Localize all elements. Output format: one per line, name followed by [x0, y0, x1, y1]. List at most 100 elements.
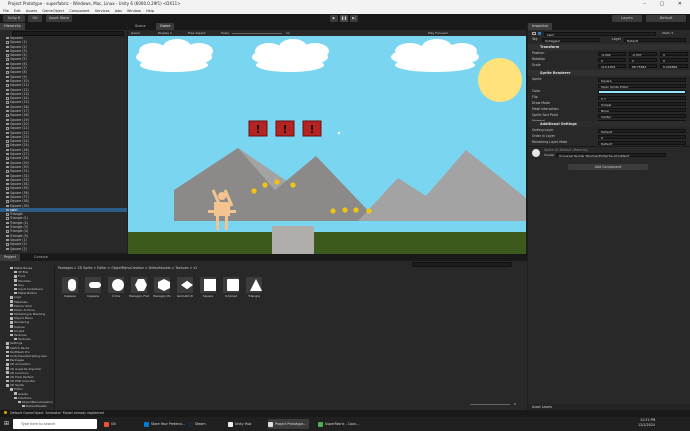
field-value[interactable]: Center	[598, 113, 686, 119]
hierarchy-item[interactable]: Square (4)	[0, 251, 127, 252]
add-component-button[interactable]: Add Component	[568, 164, 648, 170]
taskbar-app-git[interactable]: Git	[104, 419, 116, 429]
asset-item[interactable]: Circle	[106, 277, 126, 301]
windows-start-icon[interactable]: ⊞	[4, 419, 9, 429]
folder-icon	[14, 275, 17, 278]
menu-gameobject[interactable]: GameObject	[42, 9, 64, 13]
gameobject-icon	[6, 135, 9, 139]
menu-file[interactable]: File	[3, 9, 9, 13]
menu-jobs[interactable]: Jobs	[115, 9, 122, 13]
project-panel: Project Console Metal Boxes 3P Box Food Obs…	[0, 254, 527, 410]
asset-store-button[interactable]: Asset Store	[46, 15, 72, 22]
ground-left	[128, 232, 272, 254]
asset-item[interactable]: IsometricD	[175, 277, 195, 301]
pause-button[interactable]: ❚❚	[340, 15, 348, 22]
menu-edit[interactable]: Edit	[14, 9, 21, 13]
hex-flat-shape-icon	[135, 279, 147, 291]
taskbar-search-input[interactable]: Type here to search	[13, 419, 97, 429]
field-label: Rendering Layer Mask	[532, 140, 568, 144]
cloud-button[interactable]: UU	[28, 15, 42, 22]
folder-icon	[6, 371, 9, 374]
rotation-x[interactable]: 0	[598, 57, 626, 63]
tab-scene[interactable]: Scene	[131, 23, 150, 30]
layers-dropdown[interactable]: Layers	[612, 15, 642, 22]
asset-item[interactable]: Triangle	[244, 277, 264, 301]
field-value[interactable]: None	[598, 107, 686, 113]
asset-item[interactable]: 9-Sliced	[221, 277, 241, 301]
menu-services[interactable]: Services	[95, 9, 110, 13]
menu-component[interactable]: Component	[69, 9, 89, 13]
thumbnail-size-slider[interactable]	[470, 404, 510, 405]
asset-item[interactable]: Capsule	[60, 277, 80, 301]
game-view[interactable]: !!!	[128, 36, 526, 254]
account-button[interactable]: Unity 6	[3, 15, 25, 22]
tab-hierarchy[interactable]: Hierarchy	[0, 23, 25, 30]
layout-dropdown[interactable]: Default	[646, 15, 686, 22]
position-x[interactable]: -9.092	[598, 51, 626, 57]
step-button[interactable]: ▶|	[350, 15, 358, 22]
position-y[interactable]: -0.507	[629, 51, 657, 57]
field-label: Sorting Layer	[532, 128, 554, 132]
taskbar-app-unity-project[interactable]: Project Prototype...	[268, 419, 310, 429]
gameobject-icon	[6, 178, 9, 182]
taskbar-app-unity-hub[interactable]: Unity Hub	[228, 419, 251, 429]
project-folder[interactable]: Textures	[0, 408, 53, 409]
position-z[interactable]: 0	[660, 51, 688, 57]
static-toggle[interactable]: Static ▾	[662, 31, 673, 36]
field-value[interactable]: Default	[598, 128, 686, 134]
capsule-h-shape-icon	[89, 282, 101, 288]
game-scene-svg: !!!	[128, 39, 526, 254]
clock-date[interactable]: 12/1/2024	[638, 423, 655, 428]
menu-window[interactable]: Window	[127, 9, 141, 13]
menu-assets[interactable]: Assets	[26, 9, 37, 13]
field-value[interactable]: Open Sprite Editor	[598, 83, 686, 89]
browser-icon	[144, 421, 149, 427]
unity-icon	[268, 421, 273, 427]
asset-item[interactable]: Square	[198, 277, 218, 301]
asset-item[interactable]: Hexagon Po	[152, 277, 172, 301]
field-value[interactable]: 0	[598, 134, 686, 140]
field-value[interactable]	[598, 89, 686, 94]
scale-slider[interactable]	[232, 32, 282, 34]
windows-taskbar: ⊞ Type here to search Git Store Your Pre…	[0, 417, 690, 431]
gameobject-icon	[6, 238, 9, 242]
shader-dropdown[interactable]: Universal Render Pipeline/2D/Sprite-Lit-…	[556, 152, 666, 158]
tab-inspector[interactable]: Inspector	[528, 23, 553, 30]
field-value[interactable]: Default	[598, 140, 686, 146]
menu-help[interactable]: Help	[146, 9, 154, 13]
gameobject-icon	[6, 71, 9, 74]
tag-label: Tag	[532, 37, 538, 41]
field-value[interactable]: X Y	[598, 95, 686, 101]
asset-thumbnail	[246, 277, 262, 293]
active-checkbox[interactable]	[538, 32, 541, 35]
sprite-renderer-section[interactable]: Sprite Renderer	[528, 70, 690, 76]
layer-dropdown[interactable]: Default	[624, 37, 686, 43]
field-value[interactable]: Square	[598, 77, 686, 83]
taskbar-app-pretend[interactable]: Store Your Pretend...	[144, 419, 185, 429]
taskbar-app-steam[interactable]: Steam	[188, 419, 206, 429]
tab-console[interactable]: Console	[30, 254, 52, 261]
breadcrumb[interactable]: Packages > 2D Sprite > Editor > ObjectMe…	[58, 266, 197, 270]
inspector-field-row: Open Sprite Editor	[528, 83, 690, 89]
tag-dropdown[interactable]: Untagged	[542, 37, 600, 43]
transform-section[interactable]: Transform	[528, 44, 690, 50]
tab-project[interactable]: Project	[0, 254, 20, 261]
scale-y[interactable]: 68.75844	[629, 63, 657, 69]
window-controls[interactable]: – ▢ ✕	[643, 0, 688, 8]
play-button[interactable]: ▶	[330, 15, 338, 22]
asset-item[interactable]: Capsule	[83, 277, 103, 301]
scale-x[interactable]: 119.1054	[598, 63, 626, 69]
status-message[interactable]: Default GameObject 'Animator' Model alre…	[10, 411, 104, 415]
rotation-z[interactable]: 0	[660, 57, 688, 63]
additional-settings-section[interactable]: Additional Settings	[528, 121, 690, 127]
field-value[interactable]: Simple	[598, 101, 686, 107]
gameobject-icon	[6, 247, 9, 250]
coin	[251, 188, 257, 194]
rotation-y[interactable]: 0	[629, 57, 657, 63]
taskbar-app-superfabric[interactable]: SuperFabric - Coun...	[318, 419, 359, 429]
asset-item[interactable]: Hexagon Flat	[129, 277, 149, 301]
tab-game[interactable]: Game	[156, 23, 175, 30]
scale-z[interactable]: 6.034864	[660, 63, 688, 69]
folder-icon	[10, 308, 13, 312]
object-name-field[interactable]: swirl	[544, 31, 656, 37]
